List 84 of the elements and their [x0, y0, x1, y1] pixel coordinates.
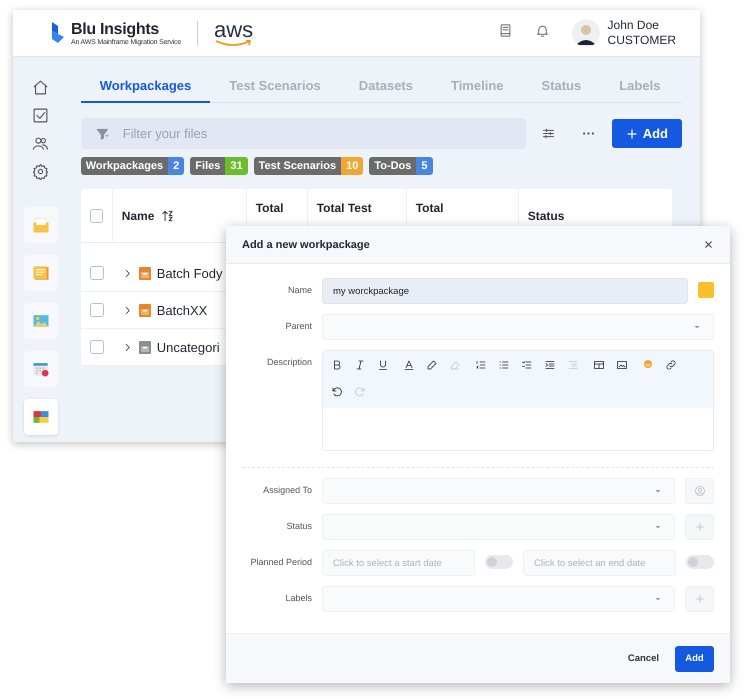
app-tile[interactable] — [24, 255, 58, 291]
table-cell: Batch Fody — [156, 266, 222, 280]
cancel-button[interactable]: Cancel — [628, 653, 659, 664]
column-header: Total — [256, 201, 284, 215]
app-tile-icon — [30, 215, 51, 235]
column-header: Total Test — [316, 201, 372, 215]
outdent-icon — [567, 359, 579, 371]
logo-title: Blu Insights — [71, 20, 160, 38]
italic-icon — [354, 359, 366, 371]
assign-user-button[interactable] — [685, 478, 714, 504]
bullet-list-icon — [498, 359, 510, 371]
end-date-field[interactable]: Click to select an end date — [523, 550, 676, 576]
color-swatch[interactable] — [698, 282, 714, 298]
add-button[interactable] — [685, 514, 714, 540]
dialog-title: Add a new workpackage — [242, 238, 370, 250]
partner-logo: aws — [214, 20, 254, 40]
smile-arrow-icon — [214, 40, 253, 46]
close-icon — [703, 239, 714, 250]
field-label: Labels — [284, 592, 312, 603]
indent-icon — [544, 359, 556, 371]
bell-icon — [534, 23, 550, 38]
filter-field[interactable]: Filter your files — [80, 118, 526, 149]
toggle-switch[interactable] — [485, 555, 513, 569]
column-header: Status — [528, 208, 564, 222]
plus-icon — [626, 128, 638, 140]
checklist-icon — [521, 359, 533, 371]
pen-icon — [426, 359, 438, 371]
add-button[interactable]: Add — [612, 119, 682, 148]
users-icon — [32, 135, 50, 152]
add-button[interactable]: Add — [675, 646, 714, 672]
tab[interactable]: Workpackages — [80, 69, 210, 103]
text-color-icon — [403, 359, 415, 371]
plus-icon — [694, 521, 706, 533]
app-tile[interactable] — [24, 399, 58, 435]
settings-icon — [32, 163, 50, 180]
checkbox[interactable] — [90, 266, 104, 280]
checkbox[interactable] — [90, 303, 104, 317]
eraser-icon — [449, 359, 461, 371]
column-header[interactable]: Name — [122, 208, 154, 222]
add-button[interactable] — [685, 586, 714, 612]
app-tile[interactable] — [24, 207, 58, 243]
checkbox[interactable] — [90, 208, 103, 222]
emoji-icon — [642, 358, 654, 370]
select-field[interactable] — [322, 514, 675, 540]
user-role: CUSTOMER — [608, 33, 676, 48]
column-header: Total — [416, 201, 444, 215]
app-tile[interactable] — [24, 351, 58, 387]
table-cell: BatchXX — [156, 302, 208, 318]
field-label: Name — [286, 284, 312, 295]
bold-icon — [331, 359, 343, 371]
user-icon — [694, 485, 706, 497]
sliders-icon — [541, 126, 556, 141]
field-label: Status — [285, 520, 312, 531]
user-name: John Doe — [608, 18, 660, 33]
select-field[interactable] — [322, 314, 714, 340]
name-field[interactable]: my worckpackage — [322, 278, 688, 304]
undo-icon — [331, 386, 343, 398]
field-label: Assigned To — [262, 484, 312, 495]
app-tile[interactable] — [24, 303, 58, 339]
image-icon — [616, 359, 628, 371]
logo-icon — [51, 22, 65, 44]
table-cell: Uncategori — [156, 340, 220, 354]
underline-icon — [377, 359, 389, 371]
link-icon — [665, 359, 677, 371]
select-field[interactable] — [322, 478, 675, 504]
toggle-switch[interactable] — [686, 555, 714, 569]
sort-icon — [161, 208, 176, 222]
rich-text-editor[interactable] — [322, 350, 714, 451]
book-icon — [498, 23, 513, 38]
plus-icon — [694, 593, 706, 605]
start-date-field[interactable]: Click to select a start date — [322, 550, 475, 576]
filter-input[interactable]: Filter your files — [120, 125, 526, 142]
avatar[interactable] — [572, 19, 600, 47]
checkbox[interactable] — [90, 340, 104, 354]
field-label: Description — [266, 356, 312, 367]
table-icon — [593, 359, 605, 371]
select-field[interactable] — [322, 586, 675, 612]
close-button[interactable] — [703, 239, 714, 250]
redo-icon — [354, 386, 366, 398]
ordered-list-icon — [475, 359, 487, 371]
field-label: Parent — [284, 320, 312, 331]
tasks-icon — [32, 107, 50, 124]
field-label: Planned Period — [249, 556, 312, 567]
home-icon — [32, 79, 50, 96]
